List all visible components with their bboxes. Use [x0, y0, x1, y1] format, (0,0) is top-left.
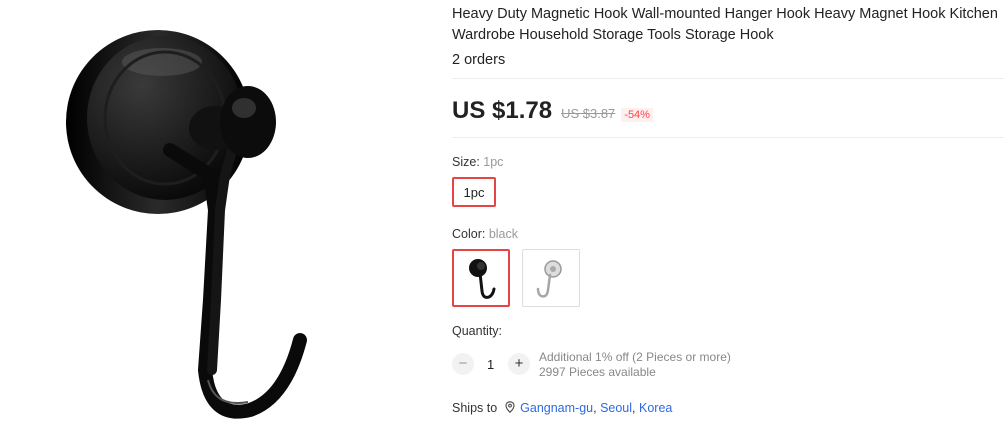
size-option-1pc[interactable]: 1pc	[452, 177, 496, 207]
quantity-label: Quantity:	[452, 324, 503, 338]
ships-to-row: Ships to Gangnam-gu, Seoul, Korea	[452, 401, 672, 416]
quantity-value[interactable]: 1	[487, 357, 494, 372]
ship-location-country[interactable]: Korea	[639, 401, 672, 415]
quantity-discount-note: Additional 1% off (2 Pieces or more)	[539, 350, 731, 364]
magnetic-hook-image	[66, 30, 307, 419]
divider	[452, 137, 1004, 138]
ship-location-district[interactable]: Gangnam-gu	[520, 401, 593, 415]
quantity-increase-button[interactable]: +	[508, 353, 530, 375]
silver-hook-thumbnail	[536, 260, 562, 298]
product-image[interactable]	[40, 0, 370, 433]
color-label-row: Color: black	[452, 227, 518, 241]
size-selected-value: 1pc	[483, 155, 504, 169]
size-option-label: 1pc	[463, 184, 485, 200]
discount-badge: -54%	[621, 108, 653, 122]
orders-count: 2 orders	[452, 52, 506, 68]
product-title-line2: Wardrobe Household Storage Tools Storage…	[452, 27, 774, 43]
product-title: Heavy Duty Magnetic Hook Wall-mounted Ha…	[452, 4, 1004, 46]
size-label: Size:	[452, 155, 480, 169]
size-label-row: Size: 1pc	[452, 155, 503, 169]
color-selected-value: black	[488, 227, 519, 241]
price-row: US $1.78 US $3.87 -54%	[452, 79, 1004, 137]
black-hook-thumbnail	[469, 259, 496, 299]
quantity-available: 2997 Pieces available	[539, 365, 656, 379]
location-pin-icon	[505, 401, 515, 416]
product-title-line1: Heavy Duty Magnetic Hook Wall-mounted Ha…	[452, 6, 998, 22]
color-option-black[interactable]	[452, 249, 510, 307]
color-label: Color:	[452, 227, 486, 241]
original-price: US $3.87	[561, 106, 616, 121]
ship-location-separator: ,	[632, 401, 639, 415]
color-option-silver[interactable]	[522, 249, 580, 307]
ship-location-city[interactable]: Seoul	[600, 401, 632, 415]
quantity-decrease-button[interactable]: −	[452, 353, 474, 375]
current-price: US $1.78	[452, 97, 553, 124]
ships-to-label: Ships to	[452, 401, 498, 415]
